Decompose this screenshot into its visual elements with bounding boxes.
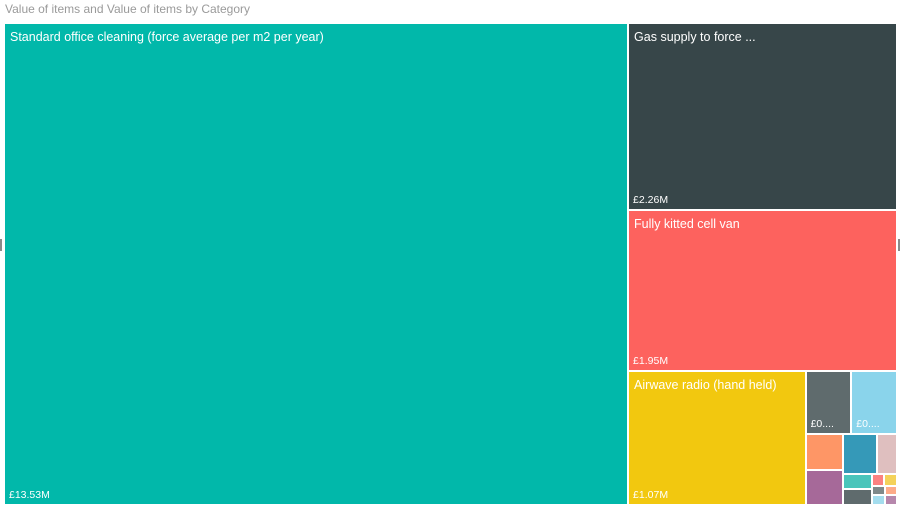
tile-label: Airwave radio (hand held): [634, 378, 777, 392]
treemap-tile[interactable]: Fully kitted cell van £1.95M: [628, 209, 897, 371]
treemap-tile[interactable]: [884, 473, 897, 486]
treemap-tile[interactable]: [877, 434, 897, 474]
treemap-tile[interactable]: [871, 485, 886, 496]
treemap-tile[interactable]: [885, 485, 897, 496]
treemap-plot-area: Standard office cleaning (force average …: [4, 23, 897, 505]
chart-title: Value of items and Value of items by Cat…: [5, 2, 251, 16]
tile-value-label: £0....: [856, 418, 880, 431]
treemap-tile[interactable]: £0....: [805, 371, 852, 435]
treemap-tile[interactable]: [871, 495, 886, 505]
left-resize-handle[interactable]: [0, 239, 2, 251]
treemap-tile[interactable]: [843, 473, 872, 490]
treemap-tile[interactable]: [805, 434, 844, 470]
treemap-tile[interactable]: [871, 473, 885, 486]
treemap-tile[interactable]: Airwave radio (hand held) £1.07M: [628, 371, 806, 505]
tile-value-label: £1.95M: [633, 355, 669, 367]
treemap-tile[interactable]: Standard office cleaning (force average …: [4, 23, 629, 505]
treemap-tile[interactable]: [843, 489, 872, 505]
tile-value-label: £13.53M: [9, 489, 50, 501]
treemap-tile[interactable]: [805, 469, 844, 505]
treemap-tile[interactable]: £0....: [851, 371, 897, 435]
treemap-tile[interactable]: Gas supply to force ... £2.26M: [628, 23, 897, 210]
tile-label: Standard office cleaning (force average …: [10, 30, 324, 44]
treemap-visual: Value of items and Value of items by Cat…: [0, 0, 900, 506]
tile-value-label: £2.26M: [633, 193, 669, 206]
tile-value-label: £1.07M: [633, 488, 669, 501]
treemap-tile[interactable]: [885, 495, 897, 505]
tile-label: Gas supply to force ...: [634, 30, 756, 44]
tile-value-label: £0....: [810, 418, 834, 431]
treemap-tile[interactable]: [843, 434, 878, 474]
tile-label: Fully kitted cell van: [634, 216, 740, 231]
